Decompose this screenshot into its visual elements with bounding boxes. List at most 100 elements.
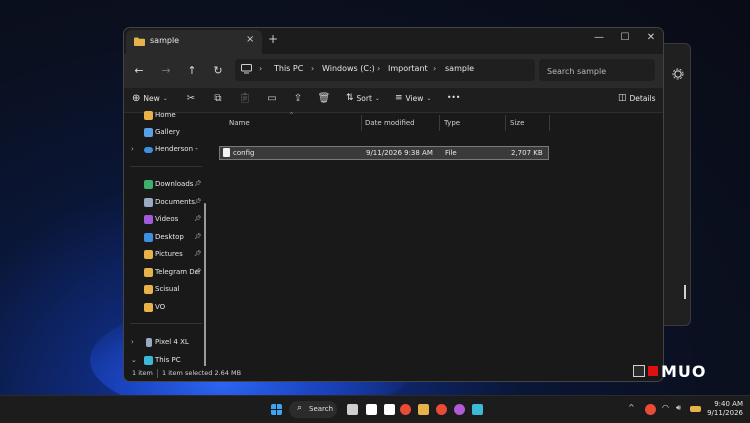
address-bar[interactable]: › This PC › Windows (C:) › Important › s… [235, 59, 535, 81]
sidebar-item-telegram[interactable]: Telegram Des 📌︎ [124, 265, 207, 281]
sidebar-scrollbar[interactable] [204, 203, 206, 381]
column-header-date[interactable]: Date modified [365, 119, 415, 127]
sort-icon: ⇅ [346, 93, 354, 103]
pin-icon[interactable]: 📌︎ [194, 180, 202, 187]
sort-button[interactable]: ⇅ Sort ⌄ [346, 93, 380, 103]
sidebar-divider [130, 166, 202, 167]
sidebar-item-desktop[interactable]: Desktop 📌︎ [124, 230, 207, 246]
muo-watermark: MUO [633, 361, 707, 381]
paste-icon[interactable]: 📋︎ [238, 93, 252, 104]
gear-icon [672, 68, 684, 80]
back-button[interactable]: ← [132, 64, 146, 77]
battery-icon[interactable] [690, 406, 701, 412]
app-icon[interactable] [472, 404, 483, 415]
copy-icon[interactable]: ⧉ [211, 93, 225, 104]
view-label: View [405, 93, 424, 103]
view-button[interactable]: ≡ View ⌄ [395, 93, 431, 103]
chevron-down-icon[interactable]: ⌄ [131, 356, 137, 364]
new-tab-button[interactable]: + [268, 32, 278, 46]
close-window-button[interactable]: ✕ [641, 32, 661, 43]
folder-icon [144, 303, 153, 312]
volume-icon[interactable]: 🔊︎ [676, 403, 681, 413]
sidebar-item-gallery[interactable]: Gallery [124, 125, 207, 141]
breadcrumb-windows-c[interactable]: Windows (C:) [322, 64, 375, 73]
column-divider[interactable] [439, 115, 440, 131]
sort-label: Sort [356, 93, 372, 103]
chevron-right-icon: › [377, 64, 381, 73]
column-header-name[interactable]: Name [229, 119, 250, 127]
file-explorer-icon[interactable] [418, 404, 429, 415]
column-header-size[interactable]: Size [510, 119, 524, 127]
videos-icon [144, 215, 153, 224]
wifi-icon[interactable]: ◠ [662, 403, 669, 412]
file-type: File [445, 149, 457, 157]
downloads-icon [144, 180, 153, 189]
column-header-type[interactable]: Type [444, 119, 460, 127]
table-row[interactable]: config 9/11/2026 9:38 AM File 2,707 KB [219, 146, 549, 160]
breadcrumb-important[interactable]: Important [388, 64, 428, 73]
browser-icon[interactable] [454, 404, 465, 415]
up-button[interactable]: ↑ [185, 64, 199, 77]
column-divider[interactable] [549, 115, 550, 131]
chevron-right-icon[interactable]: › [131, 145, 134, 153]
sidebar-item-onedrive[interactable]: › Henderson - Per [124, 142, 207, 158]
sidebar-item-documents[interactable]: Documents 📌︎ [124, 195, 207, 211]
chrome-icon[interactable] [400, 404, 411, 415]
task-view-icon[interactable] [347, 404, 358, 415]
close-tab-icon[interactable]: × [246, 34, 254, 45]
chevron-up-icon[interactable]: ^ [628, 403, 635, 412]
column-divider[interactable] [361, 115, 362, 131]
search-box[interactable] [539, 59, 655, 81]
sidebar-item-scisual[interactable]: Scisual [124, 282, 207, 298]
plus-circle-icon: ⊕ [132, 93, 141, 104]
notion-icon[interactable] [366, 404, 377, 415]
sidebar-item-label: Henderson - Per [155, 145, 200, 153]
documents-icon [144, 198, 153, 207]
sidebar-item-vo[interactable]: VO [124, 300, 207, 316]
share-icon[interactable]: ⇪ [291, 93, 305, 104]
taskbar-clock[interactable]: 9:40 AM 9/11/2026 [703, 400, 743, 418]
sidebar-item-pictures[interactable]: Pictures 📌︎ [124, 247, 207, 263]
pin-icon[interactable]: 📌︎ [194, 215, 202, 222]
delete-icon[interactable]: 🗑︎ [317, 93, 331, 104]
taskbar: ⌕ Search ^ ◠ 🔊︎ 9:40 AM 9/11/2026 [0, 395, 750, 423]
chrome-alt-icon[interactable] [436, 404, 447, 415]
details-button[interactable]: ◫ Details [618, 93, 656, 103]
chevron-right-icon: › [259, 64, 263, 73]
search-input[interactable] [545, 63, 649, 79]
pin-icon[interactable]: 📌︎ [194, 233, 202, 240]
sidebar-item-label: Pixel 4 XL [155, 338, 189, 346]
pin-icon[interactable]: 📌︎ [194, 268, 202, 275]
taskbar-search[interactable]: ⌕ Search [289, 401, 337, 418]
sidebar-item-downloads[interactable]: Downloads 📌︎ [124, 177, 207, 193]
chevron-right-icon[interactable]: › [131, 338, 134, 346]
column-divider[interactable] [505, 115, 506, 131]
pc-icon [144, 356, 153, 365]
navigation-pane: Home Gallery › Henderson - Per Downloads… [124, 111, 207, 381]
file-explorer-window: sample × + — ☐ ✕ ← → ↑ ↻ › This PC › Win… [123, 27, 664, 382]
new-button[interactable]: ⊕ New ⌄ [132, 93, 168, 104]
breadcrumb-sample[interactable]: sample [445, 64, 474, 73]
watermark-text: MUO [661, 361, 707, 381]
chatgpt-icon[interactable] [384, 404, 395, 415]
pin-icon[interactable]: 📌︎ [194, 250, 202, 257]
tab-sample[interactable]: sample × [126, 30, 262, 54]
cut-icon[interactable]: ✂ [184, 93, 198, 104]
pin-icon[interactable]: 📌︎ [194, 198, 202, 205]
sidebar-item-videos[interactable]: Videos 📌︎ [124, 212, 207, 228]
rename-icon[interactable]: ▭ [265, 93, 279, 104]
folder-icon [134, 37, 145, 46]
sidebar-item-pixel[interactable]: › Pixel 4 XL [124, 335, 207, 351]
sort-ascending-icon: ^ [289, 112, 295, 119]
maximize-button[interactable]: ☐ [615, 32, 635, 43]
breadcrumb-this-pc[interactable]: This PC [274, 64, 303, 73]
sidebar-item-home[interactable]: Home [124, 108, 207, 124]
gallery-icon [144, 128, 153, 137]
windows-start-icon[interactable] [271, 404, 282, 415]
minimize-button[interactable]: — [589, 32, 609, 43]
refresh-button[interactable]: ↻ [211, 64, 225, 77]
file-size: 2,707 KB [511, 149, 543, 157]
forward-button[interactable]: → [159, 64, 173, 77]
tray-app-icon[interactable] [645, 404, 656, 415]
more-options-button[interactable]: ••• [447, 93, 460, 102]
